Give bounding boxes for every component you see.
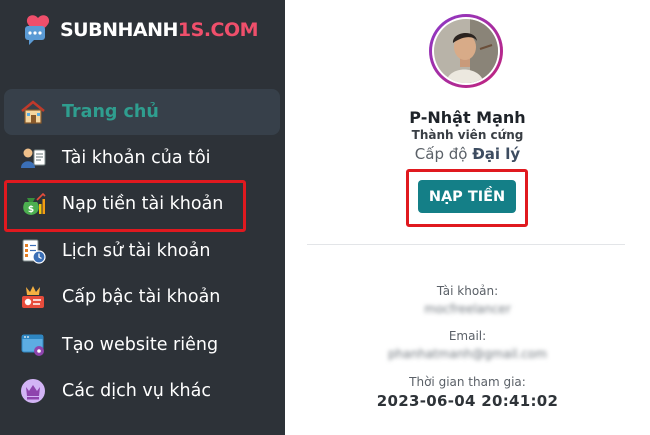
joined-label: Thời gian tham gia:: [409, 375, 526, 389]
website-gear-icon: [18, 330, 48, 360]
email-label: Email:: [448, 329, 487, 343]
chat-heart-logo-icon: [22, 12, 58, 48]
joined-date-value: 2023-06-04 20:41:02: [376, 392, 559, 410]
checklist-clock-icon: [18, 236, 48, 266]
avatar[interactable]: [429, 14, 503, 88]
user-id-card-icon: [18, 143, 48, 173]
sidebar-item-my-account[interactable]: Tài khoản của tôi: [4, 135, 280, 181]
user-level-prefix: Cấp độ: [414, 145, 468, 163]
sidebar-item-home[interactable]: Trang chủ: [4, 89, 280, 135]
divider: [307, 244, 625, 245]
sidebar-item-other-services[interactable]: Các dịch vụ khác: [4, 368, 280, 414]
rank-badge-icon: [18, 282, 48, 312]
user-level-value: Đại lý: [472, 145, 521, 163]
user-photo-icon: [434, 19, 498, 83]
sidebar-item-history[interactable]: Lịch sử tài khoản: [4, 228, 280, 274]
topup-menu-highlight-box: [4, 180, 246, 232]
sidebar-item-create-website[interactable]: Tạo website riêng: [4, 322, 280, 368]
user-role: Thành viên cứng: [411, 128, 524, 142]
sidebar-item-label: Cấp bậc tài khoản: [62, 287, 221, 307]
username-value: mocfreelancer: [424, 302, 511, 316]
sidebar-item-label: Tạo website riêng: [62, 335, 219, 355]
sidebar-item-label: Tài khoản của tôi: [62, 148, 211, 168]
brand-logo[interactable]: SUBNHANH1S.COM: [22, 12, 259, 48]
sidebar-item-label: Lịch sử tài khoản: [62, 241, 211, 261]
user-display-name: P-Nhật Mạnh: [409, 108, 526, 127]
sidebar-item-rank[interactable]: Cấp bậc tài khoản: [4, 274, 280, 320]
profile-panel: P-Nhật Mạnh Thành viên cứng Cấp độ Đại l…: [285, 0, 650, 435]
sidebar-item-label: Trang chủ: [62, 102, 159, 122]
sidebar: SUBNHANH1S.COM Trang chủ Tài khoản của t…: [0, 0, 285, 435]
topup-button-highlight-box: [406, 169, 528, 227]
crown-services-icon: [18, 376, 48, 406]
sidebar-item-label: Các dịch vụ khác: [62, 381, 211, 401]
house-icon: [18, 97, 48, 127]
username-label: Tài khoản:: [436, 284, 499, 298]
brand-name: SUBNHANH1S.COM: [60, 19, 259, 41]
email-value: phanhatmanh@gmail.com: [388, 347, 547, 361]
user-level: Cấp độ Đại lý: [285, 145, 650, 163]
